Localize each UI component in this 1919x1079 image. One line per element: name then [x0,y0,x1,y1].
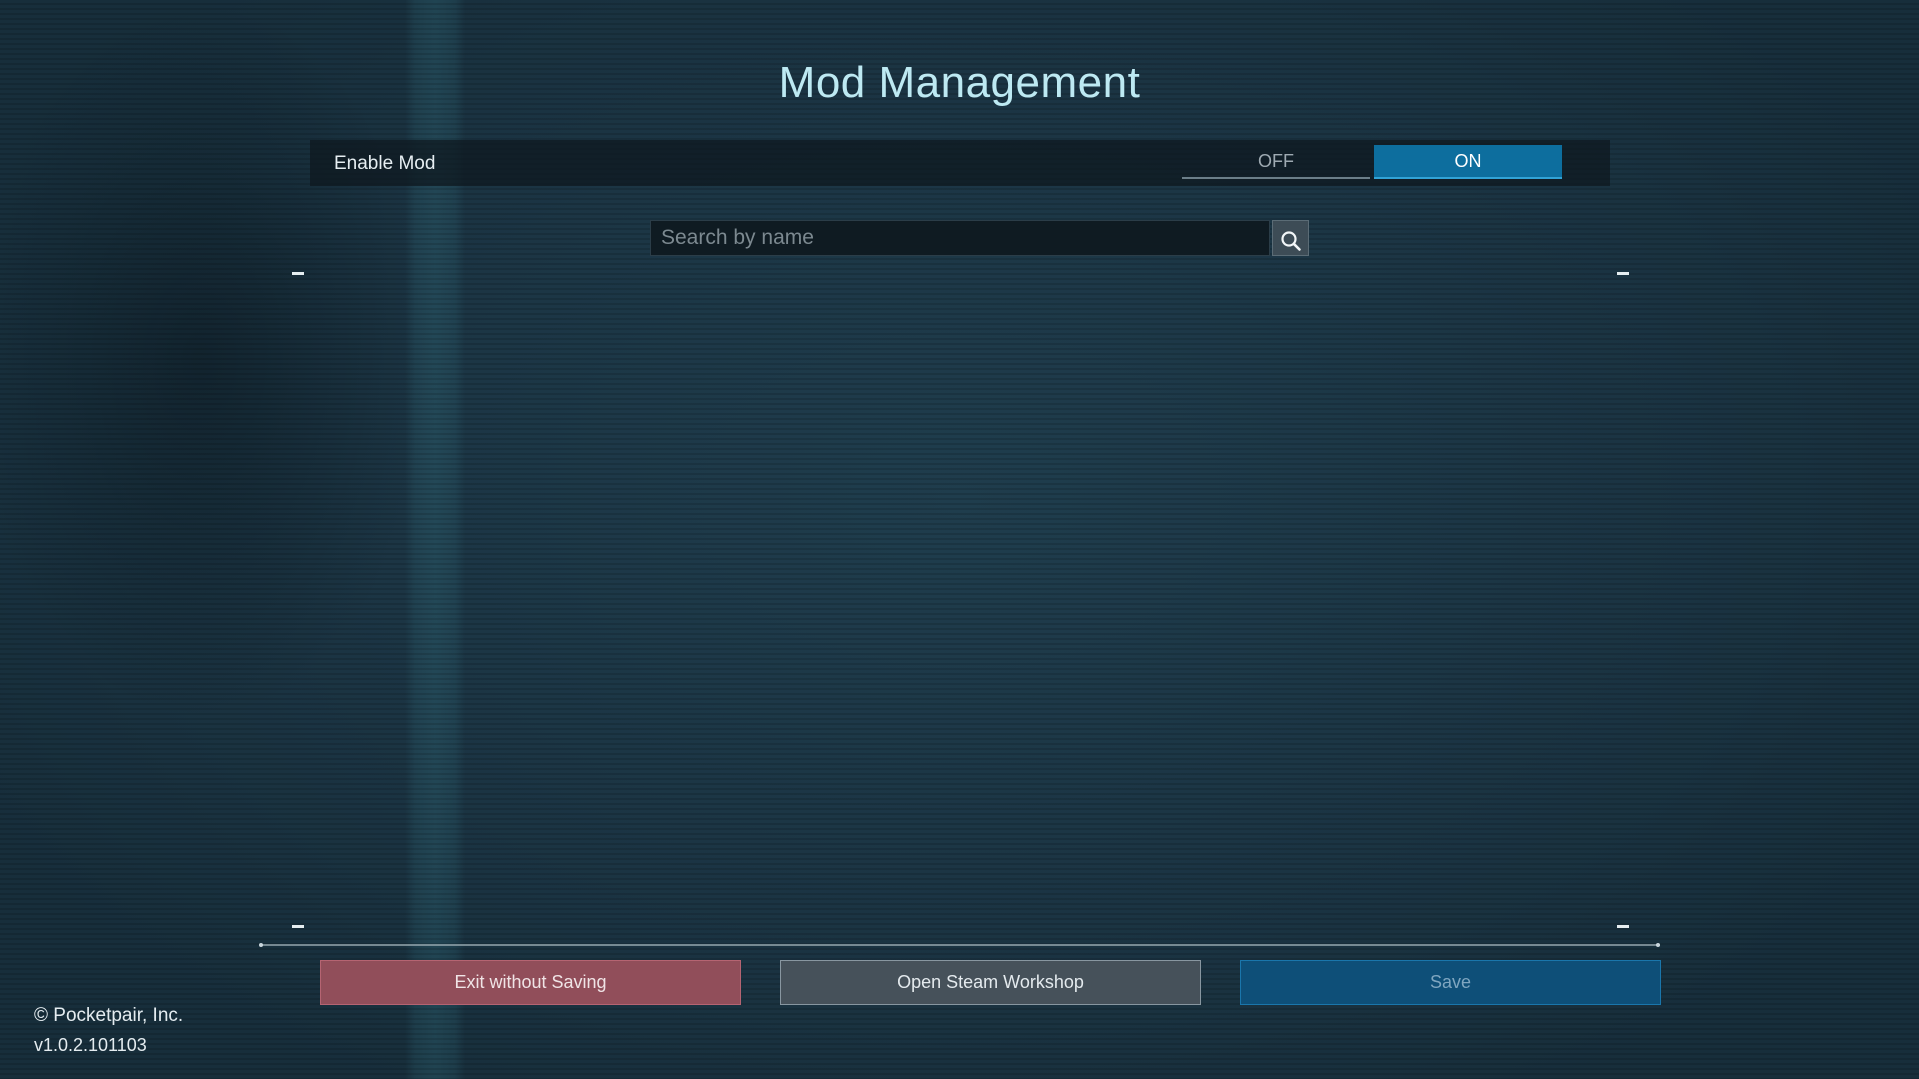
footer-divider-end-right [1656,943,1660,947]
search-input[interactable] [650,220,1270,256]
search-icon [1280,231,1301,251]
exit-without-saving-button[interactable]: Exit without Saving [320,960,741,1005]
page-title: Mod Management [778,58,1141,107]
list-corner-bottom-right [1617,925,1629,928]
list-corner-bottom-left [292,925,304,928]
save-button[interactable]: Save [1240,960,1661,1005]
enable-mod-on-button[interactable]: ON [1374,145,1562,179]
list-corner-top-right [1617,272,1629,275]
list-corner-top-left [292,272,304,275]
mod-list [300,280,1620,920]
open-steam-workshop-button[interactable]: Open Steam Workshop [780,960,1201,1005]
copyright-text: © Pocketpair, Inc. [34,1005,184,1026]
search-bar [650,220,1309,256]
enable-mod-off-button[interactable]: OFF [1182,145,1370,179]
version-text: v1.0.2.101103 [34,1035,147,1055]
enable-mod-row: Enable Mod OFF ON [310,140,1610,186]
search-button[interactable] [1272,220,1309,256]
enable-mod-label: Enable Mod [334,153,436,174]
footer-divider [261,944,1660,946]
footer-divider-end-left [259,943,263,947]
